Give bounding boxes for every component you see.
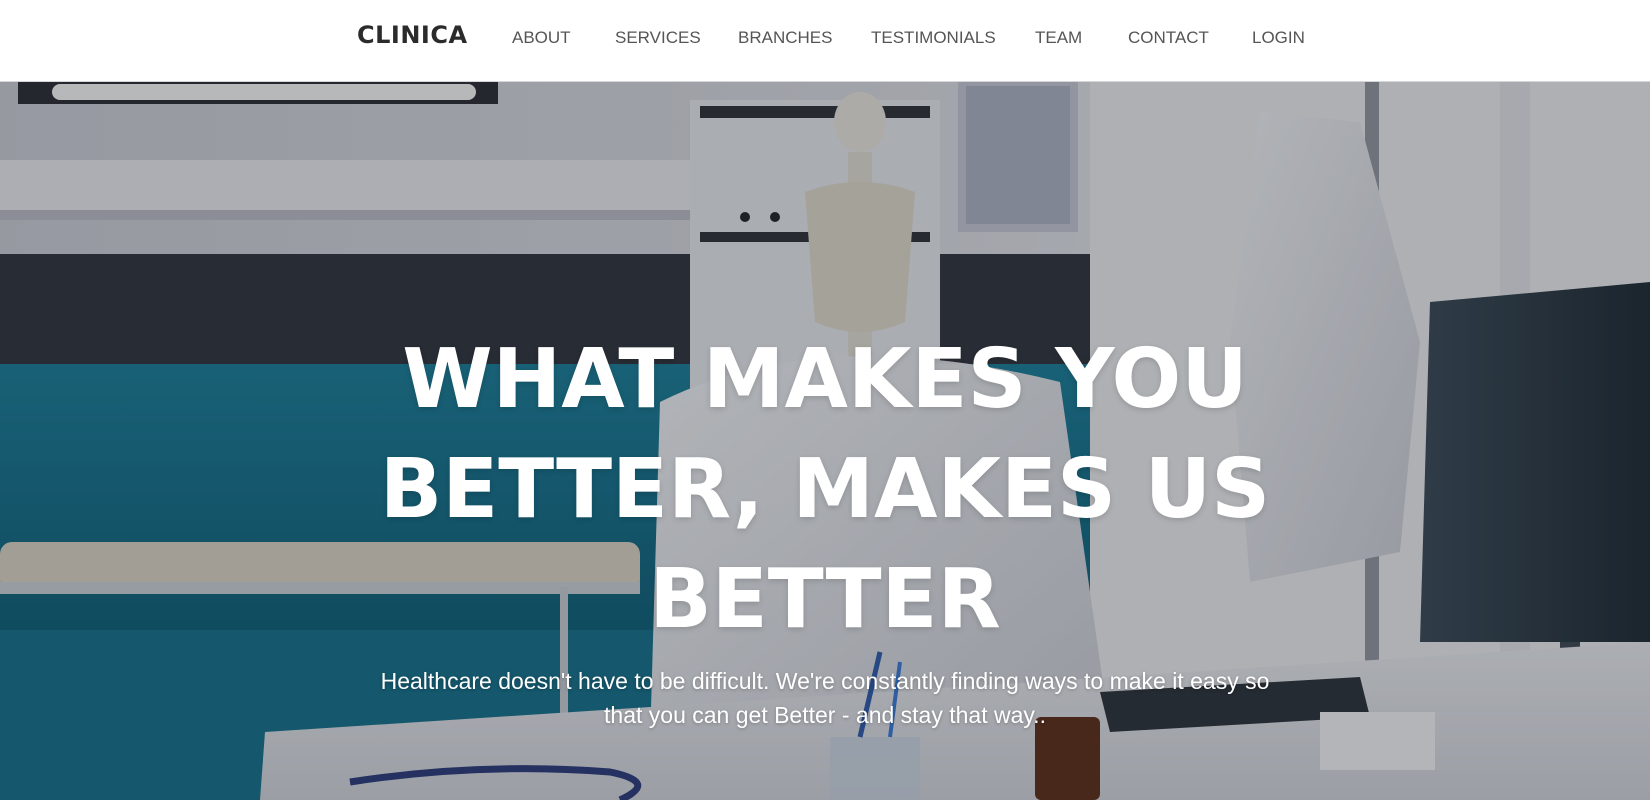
hero-content: WHAT MAKES YOU BETTER, MAKES US BETTER H… (0, 82, 1650, 800)
nav-link-team[interactable]: TEAM (1035, 28, 1082, 48)
nav-link-about[interactable]: ABOUT (512, 28, 571, 48)
nav-link-branches[interactable]: BRANCHES (738, 28, 832, 48)
nav-link-services[interactable]: SERVICES (615, 28, 701, 48)
top-navbar: CLINICA ABOUT SERVICES BRANCHES TESTIMON… (0, 0, 1650, 82)
nav-link-contact[interactable]: CONTACT (1128, 28, 1209, 48)
nav-link-login[interactable]: LOGIN (1252, 28, 1305, 48)
nav-link-testimonials[interactable]: TESTIMONIALS (871, 28, 996, 48)
hero-subtitle: Healthcare doesn't have to be difficult.… (380, 668, 1270, 728)
hero-heading: WHAT MAKES YOU BETTER, MAKES US BETTER (379, 332, 1271, 647)
hero-section: WHAT MAKES YOU BETTER, MAKES US BETTER H… (0, 82, 1650, 800)
main-nav: ABOUT SERVICES BRANCHES TESTIMONIALS TEA… (0, 0, 1650, 82)
